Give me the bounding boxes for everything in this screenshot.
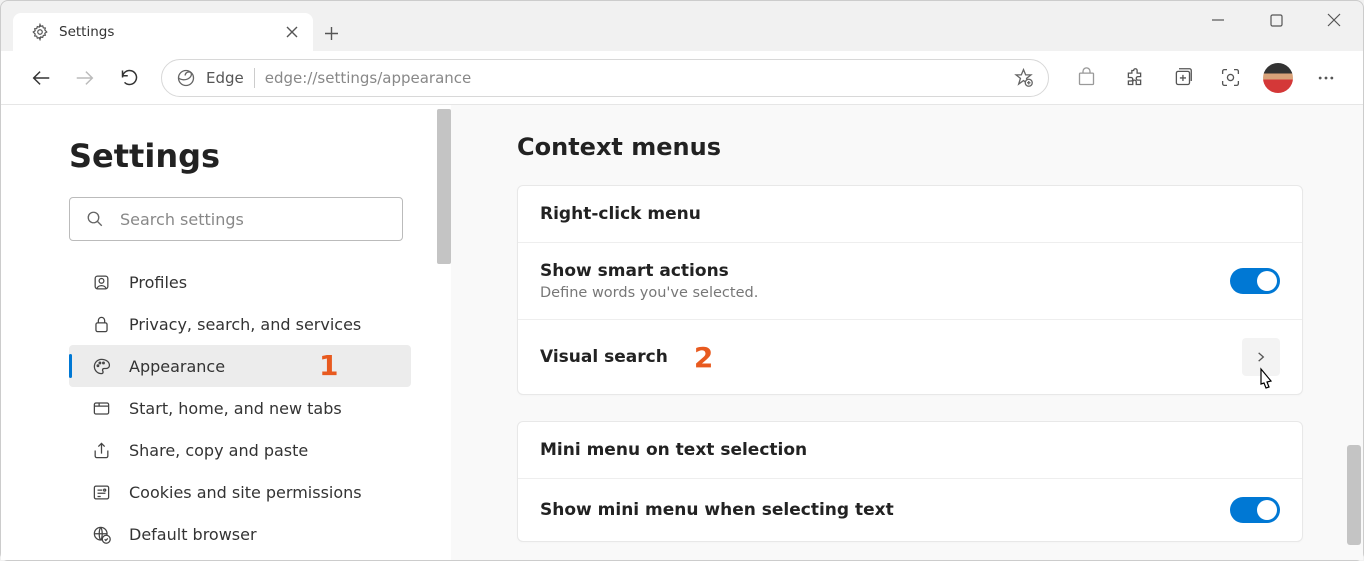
visual-search-expand[interactable]: [1242, 338, 1280, 376]
annotation-2: 2: [694, 341, 713, 374]
section-title: Context menus: [517, 133, 1303, 161]
search-settings-input[interactable]: Search settings: [69, 197, 403, 241]
search-placeholder: Search settings: [120, 210, 244, 229]
lock-icon: [91, 314, 111, 334]
address-bar[interactable]: Edge edge://settings/appearance: [161, 59, 1049, 97]
row-title: Visual search: [540, 347, 668, 367]
toolbar-icons: [1065, 59, 1347, 97]
row-smart-actions: Show smart actions Define words you've s…: [518, 243, 1302, 320]
profile-icon: [91, 272, 111, 292]
sidebar-scrollbar[interactable]: [437, 109, 451, 264]
reload-button[interactable]: [111, 60, 147, 96]
divider: [254, 68, 255, 88]
screenshot-icon[interactable]: [1209, 59, 1251, 97]
row-title: Right-click menu: [540, 204, 701, 224]
main-panel: Context menus Right-click menu Show smar…: [451, 105, 1363, 560]
tab-title: Settings: [59, 24, 275, 40]
more-menu-icon[interactable]: [1305, 59, 1347, 97]
page-content: Settings Search settings Profiles Privac…: [1, 105, 1363, 560]
card-right-click: Right-click menu Show smart actions Defi…: [517, 185, 1303, 395]
gear-icon: [31, 23, 49, 41]
sidebar-item-default-browser[interactable]: Default browser: [69, 513, 411, 555]
sidebar-item-privacy[interactable]: Privacy, search, and services: [69, 303, 411, 345]
page-scrollbar[interactable]: [1347, 445, 1361, 545]
sidebar-item-label: Profiles: [129, 273, 187, 292]
sidebar-item-profiles[interactable]: Profiles: [69, 261, 411, 303]
window-icon: [91, 398, 111, 418]
favorite-icon[interactable]: [1013, 67, 1034, 88]
sidebar-item-label: Default browser: [129, 525, 257, 544]
sliders-icon: [91, 482, 111, 502]
sidebar-item-start[interactable]: Start, home, and new tabs: [69, 387, 411, 429]
sidebar-item-label: Start, home, and new tabs: [129, 399, 342, 418]
row-right-click-menu: Right-click menu: [518, 186, 1302, 243]
settings-title: Settings: [69, 137, 411, 175]
minimize-button[interactable]: [1189, 1, 1247, 39]
settings-sidebar: Settings Search settings Profiles Privac…: [1, 105, 451, 560]
title-bar: Settings: [1, 1, 1363, 51]
maximize-button[interactable]: [1247, 1, 1305, 39]
row-title: Show mini menu when selecting text: [540, 500, 894, 520]
sidebar-items: Profiles Privacy, search, and services A…: [69, 261, 411, 555]
row-mini-menu-header: Mini menu on text selection: [518, 422, 1302, 479]
sidebar-item-cookies[interactable]: Cookies and site permissions: [69, 471, 411, 513]
collections-icon[interactable]: [1161, 59, 1203, 97]
row-title: Mini menu on text selection: [540, 440, 807, 460]
globe-check-icon: [91, 524, 111, 544]
palette-icon: [91, 356, 111, 376]
edge-logo-icon: [176, 68, 196, 88]
sidebar-item-label: Appearance: [129, 357, 225, 376]
close-window-button[interactable]: [1305, 1, 1363, 39]
sidebar-item-label: Privacy, search, and services: [129, 315, 361, 334]
extensions-icon[interactable]: [1113, 59, 1155, 97]
row-title: Show smart actions: [540, 261, 758, 281]
sidebar-item-share[interactable]: Share, copy and paste: [69, 429, 411, 471]
url-text: edge://settings/appearance: [265, 69, 1003, 87]
browser-tab[interactable]: Settings: [13, 13, 313, 51]
sidebar-item-label: Cookies and site permissions: [129, 483, 362, 502]
row-visual-search[interactable]: Visual search 2: [518, 320, 1302, 394]
new-tab-button[interactable]: [313, 15, 349, 51]
site-identity-label: Edge: [206, 69, 244, 87]
shopping-icon[interactable]: [1065, 59, 1107, 97]
window-controls: [1189, 1, 1363, 39]
search-icon: [86, 210, 104, 228]
close-tab-icon[interactable]: [285, 25, 299, 39]
forward-button[interactable]: [67, 60, 103, 96]
row-show-mini-menu: Show mini menu when selecting text: [518, 479, 1302, 541]
browser-toolbar: Edge edge://settings/appearance: [1, 51, 1363, 105]
back-button[interactable]: [23, 60, 59, 96]
smart-actions-toggle[interactable]: [1230, 268, 1280, 294]
sidebar-item-appearance[interactable]: Appearance 1: [69, 345, 411, 387]
profile-avatar[interactable]: [1257, 59, 1299, 97]
share-icon: [91, 440, 111, 460]
sidebar-item-label: Share, copy and paste: [129, 441, 308, 460]
annotation-1: 1: [319, 349, 338, 382]
row-description: Define words you've selected.: [540, 285, 758, 301]
mini-menu-toggle[interactable]: [1230, 497, 1280, 523]
card-mini-menu: Mini menu on text selection Show mini me…: [517, 421, 1303, 542]
